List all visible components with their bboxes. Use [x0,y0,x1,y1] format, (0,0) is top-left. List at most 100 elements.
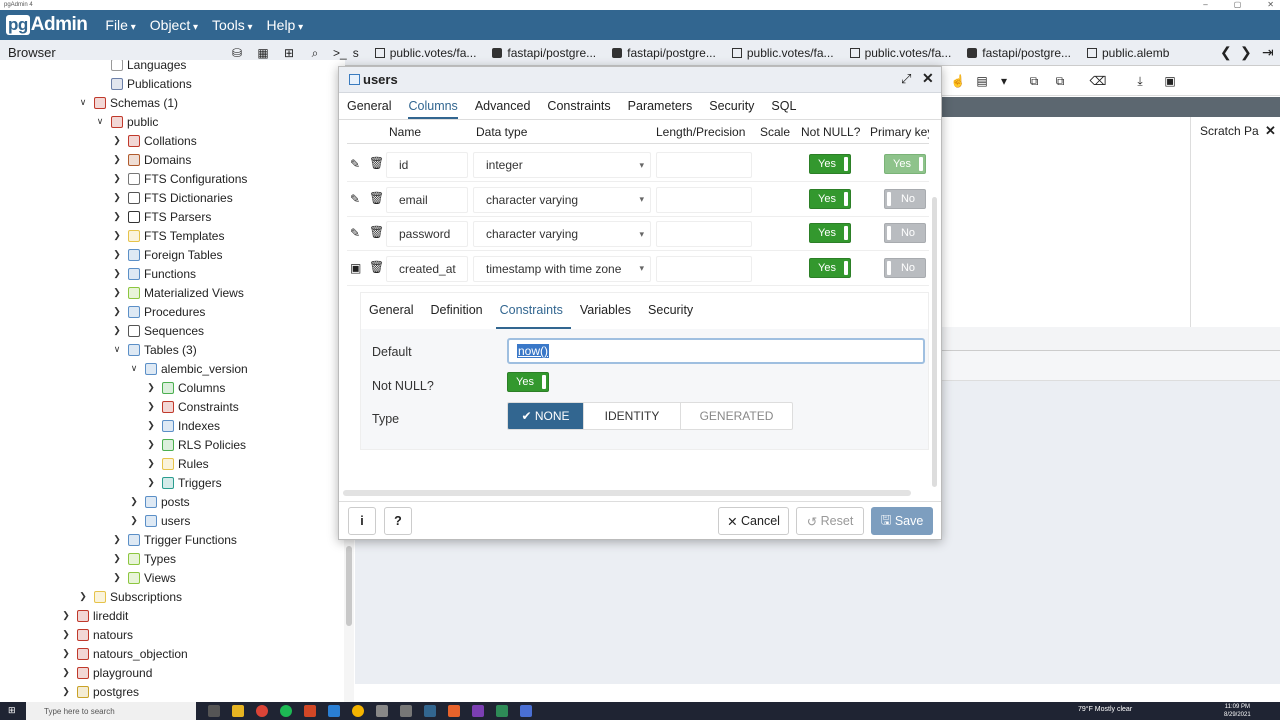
tree-node[interactable]: ❯ Subscriptions [78,587,182,606]
tab-pin-icon[interactable]: ⇥ [1262,44,1274,61]
save-button[interactable]: 🖫 Save [871,507,933,535]
delete-row-icon[interactable]: 🗑 [369,191,384,205]
chevron-right-icon[interactable]: ❯ [112,268,122,279]
windows-start-icon[interactable]: ⊞ [8,705,16,716]
edit-row-icon[interactable]: ✎ [350,157,360,171]
column-row[interactable]: ✎ 🗑passwordcharacter varying Yes No [347,217,929,251]
default-input[interactable]: now() [507,338,925,364]
length-cell[interactable] [656,186,752,213]
maximize-icon[interactable]: ▢ [1234,0,1242,10]
tab-scroll-left-icon[interactable]: ❮ [1220,44,1232,61]
discord-icon[interactable] [520,705,532,717]
cancel-button[interactable]: ✕ Cancel [718,507,789,535]
dialog-horizontal-scrollbar[interactable] [343,490,911,496]
subtab-security[interactable]: Security [648,303,693,319]
tab-6[interactable]: fastapi/postgre... [967,46,1071,60]
column-name-cell[interactable]: id [386,152,468,178]
column-row[interactable]: ✎ 🗑idinteger Yes Yes [347,148,929,182]
edit-row-icon[interactable]: ▣ [350,261,361,275]
chevron-right-icon[interactable]: ❯ [146,382,156,393]
paste-icon[interactable]: ⧉ [1052,73,1068,89]
tree-node[interactable]: ∨ Schemas (1) [78,93,178,112]
tree-node[interactable]: ❯ lireddit [61,606,128,625]
eraser-icon[interactable]: ⌫ [1090,73,1107,89]
chevron-right-icon[interactable]: ❯ [112,154,122,165]
chevron-right-icon[interactable]: ❯ [112,306,122,317]
macros-icon[interactable]: ▣ [1162,73,1178,89]
chevron-right-icon[interactable]: ❯ [61,610,71,621]
close-icon[interactable]: ✕ [922,70,934,87]
column-name-cell[interactable]: password [386,221,468,247]
scale-cell[interactable] [757,187,793,213]
menu-file[interactable]: File [105,17,135,33]
tab-security[interactable]: Security [709,99,754,119]
length-cell[interactable] [656,152,752,178]
subtab-constraints[interactable]: Constraints [495,303,572,329]
length-cell[interactable] [656,221,752,247]
delete-row-icon[interactable]: 🗑 [369,156,384,170]
chevron-right-icon[interactable]: ❯ [129,496,139,507]
pointer-icon[interactable]: ☝ [950,73,966,89]
tree-node[interactable]: ∨ alembic_version [129,359,248,378]
tab-general[interactable]: General [347,99,391,119]
tree-node[interactable]: ❯ Sequences [112,321,204,340]
chevron-right-icon[interactable]: ❯ [112,572,122,583]
delete-row-icon[interactable]: 🗑 [369,225,384,239]
primarykey-toggle[interactable]: No [884,223,926,243]
tree-node[interactable]: ❯ Domains [112,150,191,169]
chevron-right-icon[interactable]: ❯ [112,135,122,146]
type-generated-button[interactable]: GENERATED [681,403,792,429]
tab-sql[interactable]: SQL [771,99,796,119]
tree-node[interactable]: ❯ postgres [61,682,139,701]
column-name-cell[interactable]: created_at [386,255,468,282]
help-button[interactable]: ? [384,507,412,535]
subtab-definition[interactable]: Definition [430,303,482,319]
tree-node[interactable]: ❯ Collations [112,131,196,150]
copy-icon[interactable]: ⧉ [1026,73,1042,89]
tree-node[interactable]: ❯ Materialized Views [112,283,244,302]
tree-node[interactable]: ❯ Procedures [112,302,205,321]
tree-node[interactable]: ❯ natours [61,625,133,644]
delete-row-icon[interactable]: 🗑 [369,260,384,274]
tree-node[interactable]: Publications [95,74,192,93]
tab-3[interactable]: fastapi/postgre... [612,46,716,60]
chevron-right-icon[interactable]: ❯ [146,477,156,488]
chevron-right-icon[interactable]: ❯ [78,591,88,602]
chevron-right-icon[interactable]: ❯ [112,534,122,545]
edit-icon[interactable]: ▤ [974,73,990,89]
filter-table-icon[interactable]: ⊞ [281,45,297,61]
tab-scroll-right-icon[interactable]: ❯ [1240,44,1252,61]
postman-icon[interactable] [448,705,460,717]
type-identity-button[interactable]: IDENTITY [584,403,681,429]
tab-columns[interactable]: Columns [408,99,458,119]
tree-node[interactable]: ❯ FTS Templates [112,226,224,245]
search-icon[interactable]: ⌕ [307,45,323,61]
tree-node[interactable]: ❯ Indexes [146,416,220,435]
taskbar-search[interactable]: Type here to search [26,702,196,720]
tree-node[interactable]: ❯ Rules [146,454,208,473]
chevron-right-icon[interactable]: ❯ [112,173,122,184]
type-none-button[interactable]: ✔ NONE [508,403,584,429]
datatype-select[interactable]: character varying [473,221,651,247]
tree-node[interactable]: ❯ posts [129,492,189,511]
datatype-select[interactable]: integer [473,152,651,178]
tree-node[interactable]: ❯ Types [112,549,176,568]
menu-tools[interactable]: Tools [212,17,253,33]
tab-7[interactable]: public.alemb [1087,46,1169,60]
chevron-right-icon[interactable]: ❯ [61,629,71,640]
tree-node[interactable]: ∨ Tables (3) [112,340,197,359]
task-view-icon[interactable] [208,705,220,717]
pgadmin-taskbar-icon[interactable] [424,705,436,717]
column-row[interactable]: ▣ 🗑created_attimestamp with time zone Yes N… [347,252,929,286]
notnull-toggle[interactable]: Yes [809,154,851,174]
tree-node[interactable]: Languages [95,60,186,74]
psql-tool-icon[interactable]: >_ [333,46,347,60]
settings-icon[interactable] [376,705,388,717]
chevron-right-icon[interactable]: ❯ [112,192,122,203]
tree-node[interactable]: ❯ Trigger Functions [112,530,237,549]
edit-row-icon[interactable]: ✎ [350,226,360,240]
chevron-down-icon[interactable]: ∨ [112,344,122,355]
column-name-cell[interactable]: email [386,186,468,213]
chevron-down-icon[interactable]: ∨ [95,116,105,127]
tree-node[interactable]: ❯ FTS Parsers [112,207,211,226]
